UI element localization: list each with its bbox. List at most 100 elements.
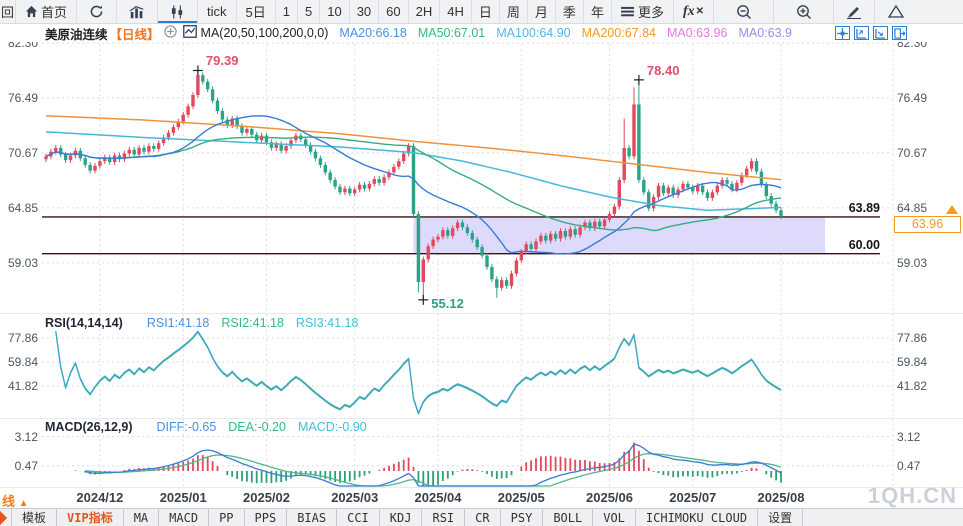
candle (505, 280, 508, 286)
indicator-tab-ichimoku-cloud[interactable]: ICHIMOKU CLOUD (636, 509, 758, 526)
candle (510, 274, 513, 286)
candle (451, 228, 454, 236)
candle (378, 179, 381, 183)
month-label: 2025/03 (331, 490, 378, 505)
candle (167, 133, 170, 138)
indicator-tab-vip指标[interactable]: VIP指标 (57, 509, 124, 526)
candle (500, 280, 503, 288)
price-tick-right: 64.85 (897, 201, 927, 215)
indicator-tab-boll[interactable]: BOLL (543, 509, 593, 526)
ma-values: MA20:66.18MA50:67.01MA100:64.90MA200:67.… (328, 26, 792, 40)
candle (495, 279, 498, 288)
legend-tools (835, 26, 907, 40)
candle (84, 158, 87, 165)
month-label: 2025/07 (669, 490, 716, 505)
candle (240, 126, 243, 133)
candle (54, 148, 57, 152)
candle (681, 184, 684, 190)
candle (779, 210, 782, 216)
candle (314, 152, 317, 159)
candle (598, 222, 601, 227)
indicator-tab-kdj[interactable]: KDJ (380, 509, 423, 526)
candle (128, 150, 131, 154)
chart-canvas[interactable] (0, 0, 963, 526)
indicator-tab-ma[interactable]: MA (124, 509, 159, 526)
extreme-price-label: 55.12 (431, 296, 464, 311)
candle (133, 150, 136, 155)
axis-scale-right-icon[interactable] (873, 26, 888, 40)
indicator-tab-pps[interactable]: PPS (245, 509, 288, 526)
symbol-name: 美原油连续 (45, 24, 108, 43)
chart-legend: 美原油连续 【日线】 MA(20,50,100,200,0,0) MA20:66… (0, 24, 963, 42)
candle (363, 185, 366, 189)
indicator-tab-设置[interactable]: 设置 (758, 509, 803, 526)
candle (539, 236, 542, 242)
candle (182, 115, 185, 122)
candle (98, 161, 101, 166)
candle (745, 169, 748, 176)
candle (578, 227, 581, 235)
candle (427, 246, 430, 259)
price-tick-right: 59.03 (897, 256, 927, 270)
rsi-value: RSI1:41.18 (147, 316, 210, 330)
candle (564, 231, 567, 237)
mini-chart-icon[interactable] (183, 25, 197, 41)
indicator-tabbar: 模板VIP指标MAMACDPPPPSBIASCCIKDJRSICRPSYBOLL… (0, 508, 963, 526)
candle (284, 146, 287, 151)
ma-value: MA0:63.96 (667, 26, 727, 40)
price-tick-right: 76.49 (897, 91, 927, 105)
indicator-tab-cci[interactable]: CCI (337, 509, 380, 526)
level-label: 60.00 (800, 238, 880, 252)
candle (358, 185, 361, 190)
axis-scale-left-icon[interactable] (854, 26, 869, 40)
candle (613, 206, 616, 214)
indicator-tab-cr[interactable]: CR (465, 509, 500, 526)
candle (627, 148, 630, 157)
candle (657, 186, 660, 197)
indicator-tab-bias[interactable]: BIAS (287, 509, 337, 526)
indicator-tab-rsi[interactable]: RSI (422, 509, 465, 526)
rsi-tick-left: 41.82 (0, 379, 38, 393)
candle (245, 129, 248, 133)
candle (93, 166, 96, 171)
candle (142, 148, 145, 152)
candle (422, 259, 425, 282)
indicator-tab-macd[interactable]: MACD (159, 509, 209, 526)
candle (436, 237, 439, 240)
indicator-tab-psy[interactable]: PSY (501, 509, 544, 526)
candle (466, 227, 469, 233)
indicator-tab-vol[interactable]: VOL (593, 509, 636, 526)
tabbar-corner-icon[interactable] (0, 509, 12, 526)
candle (280, 144, 283, 151)
indicator-tab-模板[interactable]: 模板 (12, 509, 57, 526)
candle (667, 188, 670, 194)
candle (382, 177, 385, 183)
price-up-arrow-icon (946, 205, 958, 214)
macd-value: DEA:-0.20 (228, 420, 286, 434)
candle (618, 180, 621, 206)
candle (574, 229, 577, 235)
candle (186, 106, 189, 115)
indicator-tab-pp[interactable]: PP (209, 509, 244, 526)
candle (329, 172, 332, 180)
candle (147, 146, 150, 152)
candle (490, 267, 493, 279)
add-indicator-icon[interactable] (164, 25, 177, 41)
candle (637, 104, 640, 180)
candle (446, 230, 449, 236)
candle (69, 155, 72, 160)
macd-value: MACD:-0.90 (298, 420, 367, 434)
candle (431, 240, 434, 247)
ma-value: MA20:66.18 (339, 26, 406, 40)
candle (529, 244, 532, 249)
ma-settings-label[interactable]: MA(20,50,100,200,0,0) (201, 26, 329, 40)
macd-tick-left: 3.12 (0, 430, 38, 444)
candle (201, 75, 204, 82)
price-tick-left: 76.49 (0, 91, 38, 105)
exit-fullscreen-icon[interactable] (892, 26, 907, 40)
candle (632, 104, 635, 156)
crosshair-icon[interactable] (835, 26, 850, 40)
candle (206, 82, 209, 90)
candle (711, 192, 714, 198)
candle (368, 184, 371, 189)
